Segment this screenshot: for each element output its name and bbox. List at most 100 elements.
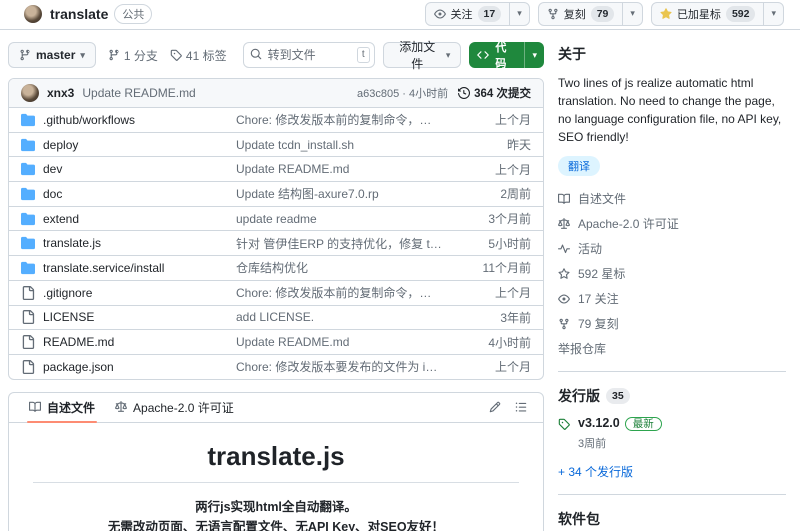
folder-icon (21, 212, 35, 226)
table-row[interactable]: extend update readme 3个月前 (9, 205, 543, 231)
star-count: 592 (725, 5, 756, 22)
commit-message[interactable]: Update README.md (82, 86, 195, 100)
go-to-file-search[interactable]: t (242, 42, 375, 68)
readme-title: translate.js (33, 441, 519, 483)
file-name[interactable]: translate.js (43, 236, 101, 250)
file-commit-message[interactable]: Update README.md (236, 335, 453, 349)
branches-label: 1 分支 (123, 48, 158, 63)
sidebar-item-stars[interactable]: 592 星标 (558, 261, 786, 286)
file-commit-message[interactable]: 仓库结构优化 (236, 259, 453, 276)
fork-label: 复刻 (563, 8, 586, 21)
more-releases-link[interactable]: + 34 个发行版 (558, 463, 633, 480)
file-commit-message[interactable]: Chore: 修改发版本前的复制命令，避免文件名重复 (236, 111, 453, 128)
star-dropdown[interactable]: ▾ (763, 2, 783, 25)
table-row[interactable]: README.md Update README.md 4小时前 (9, 329, 543, 354)
file-icon (21, 360, 35, 374)
code-dropdown[interactable]: ▾ (524, 42, 544, 68)
repo-owner-avatar[interactable] (24, 4, 42, 23)
table-row[interactable]: dev Update README.md 上个月 (9, 156, 543, 181)
topic-tag[interactable]: 翻译 (558, 156, 600, 176)
sidebar-item-readme[interactable]: 自述文件 (558, 186, 786, 211)
file-commit-message[interactable]: add LICENSE. (236, 310, 453, 324)
star-button[interactable]: 已加星标 592 ▾ (650, 1, 784, 26)
file-age: 5小时前 (488, 236, 531, 251)
file-name[interactable]: deploy (43, 138, 78, 152)
branch-selector[interactable]: master ▾ (8, 42, 96, 68)
file-age: 上个月 (494, 113, 531, 128)
fork-icon (558, 318, 570, 330)
tags-link[interactable]: 41 标签 (170, 47, 227, 64)
releases-title[interactable]: 发行版 (558, 386, 600, 406)
code-button[interactable]: 代码 ▾ (469, 42, 544, 68)
table-row[interactable]: doc Update 结构图-axure7.0.rp 2周前 (9, 181, 543, 206)
repo-sidebar: 关于 Two lines of js realize automatic htm… (558, 42, 786, 531)
file-name[interactable]: .github/workflows (43, 113, 135, 127)
fork-dropdown[interactable]: ▾ (622, 2, 642, 25)
table-row[interactable]: package.json Chore: 修改发版本要发布的文件为 index.j… (9, 353, 543, 379)
readme-content: translate.js 两行js实现html全自动翻译。 无需改动页面、无语言… (9, 423, 543, 531)
latest-release[interactable]: v3.12.0 最新 3周前 (558, 416, 786, 451)
commit-history-link[interactable]: 364 次提交 (458, 85, 531, 101)
commit-author[interactable]: xnx3 (47, 86, 74, 100)
about-section: 关于 Two lines of js realize automatic htm… (558, 44, 786, 372)
law-icon (558, 218, 570, 230)
file-name[interactable]: README.md (43, 335, 114, 349)
visibility-badge: 公共 (114, 3, 153, 24)
file-commit-message[interactable]: Update 结构图-axure7.0.rp (236, 185, 453, 202)
table-row[interactable]: .github/workflows Chore: 修改发版本前的复制命令，避免文… (9, 107, 543, 132)
file-age: 上个月 (494, 162, 531, 177)
watch-dropdown[interactable]: ▾ (509, 2, 529, 25)
tab-readme-label: 自述文件 (47, 400, 96, 415)
table-row[interactable]: deploy Update tcdn_install.sh 昨天 (9, 131, 543, 157)
sidebar-item-license[interactable]: Apache-2.0 许可证 (558, 211, 786, 236)
file-commit-message[interactable]: Update tcdn_install.sh (236, 138, 453, 152)
watch-button[interactable]: 关注 17 ▾ (424, 1, 530, 26)
file-name[interactable]: dev (43, 162, 62, 176)
search-icon (250, 48, 262, 60)
fork-button[interactable]: 复刻 79 ▾ (537, 1, 643, 26)
file-name[interactable]: doc (43, 187, 62, 201)
meta-label: Apache-2.0 许可证 (578, 217, 679, 231)
file-name[interactable]: extend (43, 212, 79, 226)
file-commit-message[interactable]: Chore: 修改发版本要发布的文件为 index.js (236, 358, 453, 375)
tab-license[interactable]: Apache-2.0 许可证 (105, 392, 244, 422)
file-commit-message[interactable]: 针对 管伊佳ERP 的支持优化，修复 translate.selectLangu… (236, 235, 453, 252)
commit-author-avatar[interactable] (21, 84, 39, 102)
sidebar-item-forks[interactable]: 79 复刻 (558, 311, 786, 336)
tab-readme[interactable]: 自述文件 (19, 392, 105, 424)
table-row[interactable]: LICENSE add LICENSE. 3年前 (9, 304, 543, 330)
report-repository-link[interactable]: 举报仓库 (558, 340, 606, 357)
add-file-button[interactable]: 添加文件 ▾ (382, 40, 462, 71)
file-icon (21, 335, 35, 349)
file-table: xnx3 Update README.md a63c805 · 4小时前 364… (8, 78, 544, 380)
file-name[interactable]: LICENSE (43, 310, 94, 324)
repo-title[interactable]: translate (50, 6, 108, 22)
tag-icon (170, 49, 182, 61)
meta-label: 17 关注 (578, 292, 619, 306)
table-row[interactable]: translate.js 针对 管伊佳ERP 的支持优化，修复 translat… (9, 230, 543, 255)
keyboard-shortcut-hint: t (356, 47, 370, 63)
file-commit-message[interactable]: Update README.md (236, 162, 453, 176)
file-commit-message[interactable]: update readme (236, 212, 453, 226)
file-name[interactable]: .gitignore (43, 286, 92, 300)
release-version[interactable]: v3.12.0 (578, 416, 620, 430)
outline-list-icon[interactable] (515, 401, 527, 413)
search-input[interactable] (242, 42, 375, 68)
sidebar-item-activity[interactable]: 活动 (558, 236, 786, 261)
commit-sha-time[interactable]: a63c805 · 4小时前 (357, 85, 448, 101)
readme-tagline-2: 无需改动页面、无语言配置文件、无API Key、对SEO友好！ (107, 520, 445, 531)
table-row[interactable]: translate.service/install 仓库结构优化 11个月前 (9, 255, 543, 280)
table-row[interactable]: .gitignore Chore: 修改发版本前的复制命令，避免文件名重复 上个… (9, 279, 543, 305)
branches-link[interactable]: 1 分支 (108, 47, 158, 64)
repo-header: translate 公共 关注 17 ▾ 复刻 79 ▾ 已加星标 592 ▾ (0, 0, 800, 30)
file-name[interactable]: translate.service/install (43, 261, 164, 275)
fork-count: 79 (590, 5, 615, 22)
file-commit-message[interactable]: Chore: 修改发版本前的复制命令，避免文件名重复 (236, 284, 453, 301)
pencil-icon[interactable] (489, 401, 501, 413)
file-age: 4小时前 (488, 335, 531, 350)
releases-section: 发行版 35 v3.12.0 最新 3周前 + 34 个发行版 (558, 386, 786, 495)
file-age: 11个月前 (482, 261, 531, 276)
sidebar-item-watching[interactable]: 17 关注 (558, 286, 786, 311)
file-name[interactable]: package.json (43, 360, 114, 374)
commit-count-label: 364 次提交 (474, 88, 531, 100)
